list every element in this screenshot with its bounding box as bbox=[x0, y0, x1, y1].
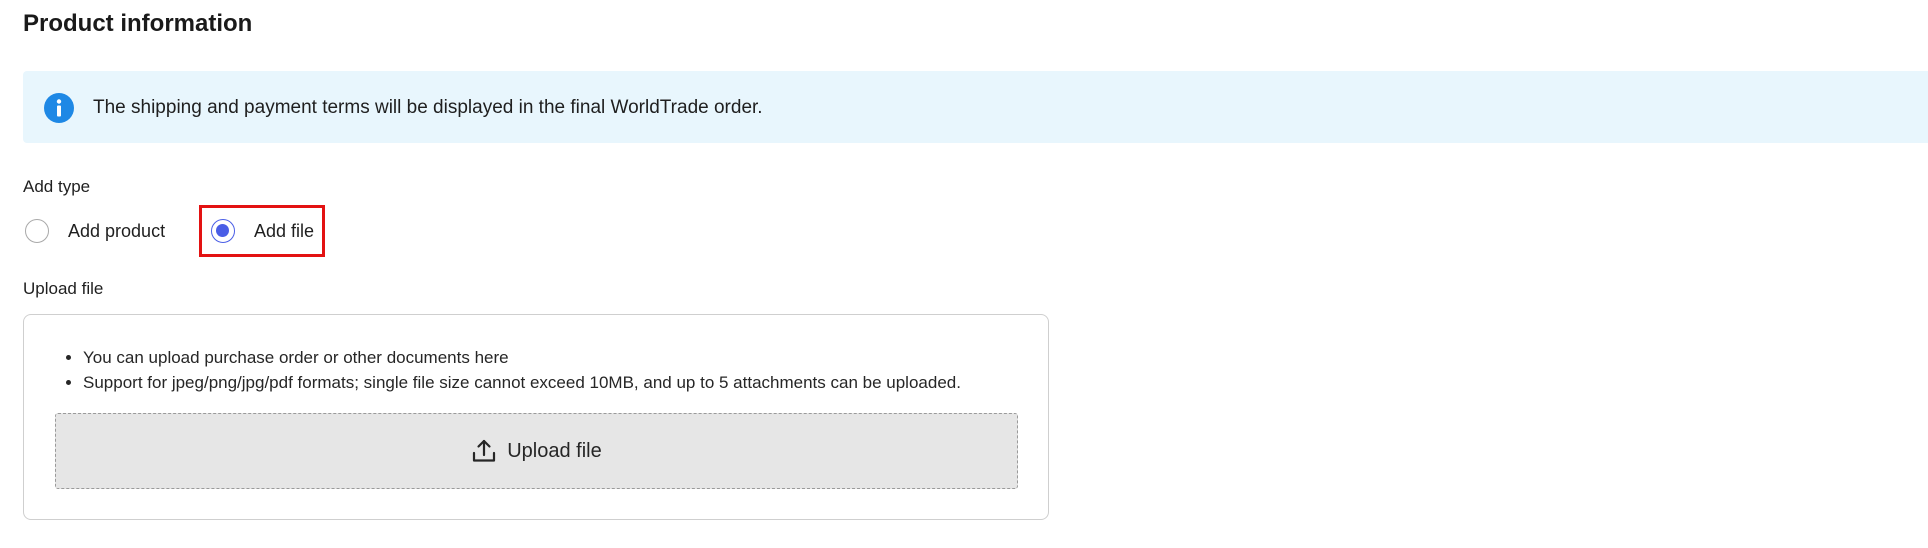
upload-hint-item: Support for jpeg/png/jpg/pdf formats; si… bbox=[83, 370, 961, 395]
upload-hint-item: You can upload purchase order or other d… bbox=[83, 345, 961, 370]
upload-card: You can upload purchase order or other d… bbox=[23, 314, 1049, 520]
radio-label-add-file: Add file bbox=[254, 221, 315, 241]
radio-button-checked[interactable] bbox=[211, 219, 235, 243]
info-banner-text: The shipping and payment terms will be d… bbox=[93, 97, 763, 118]
radio-add-file[interactable]: Add file bbox=[211, 219, 314, 243]
radio-add-product[interactable]: Add product bbox=[25, 219, 165, 243]
upload-file-button[interactable]: Upload file bbox=[55, 413, 1018, 489]
info-icon bbox=[44, 93, 74, 123]
upload-icon bbox=[473, 439, 496, 462]
upload-file-button-label: Upload file bbox=[507, 440, 602, 462]
radio-label-add-product: Add product bbox=[68, 221, 166, 241]
upload-file-label: Upload file bbox=[23, 279, 104, 298]
upload-hints: You can upload purchase order or other d… bbox=[61, 345, 961, 395]
radio-button-unchecked[interactable] bbox=[25, 219, 49, 243]
info-banner: The shipping and payment terms will be d… bbox=[23, 71, 1928, 143]
page-title: Product information bbox=[23, 10, 253, 37]
add-type-label: Add type bbox=[23, 177, 91, 196]
